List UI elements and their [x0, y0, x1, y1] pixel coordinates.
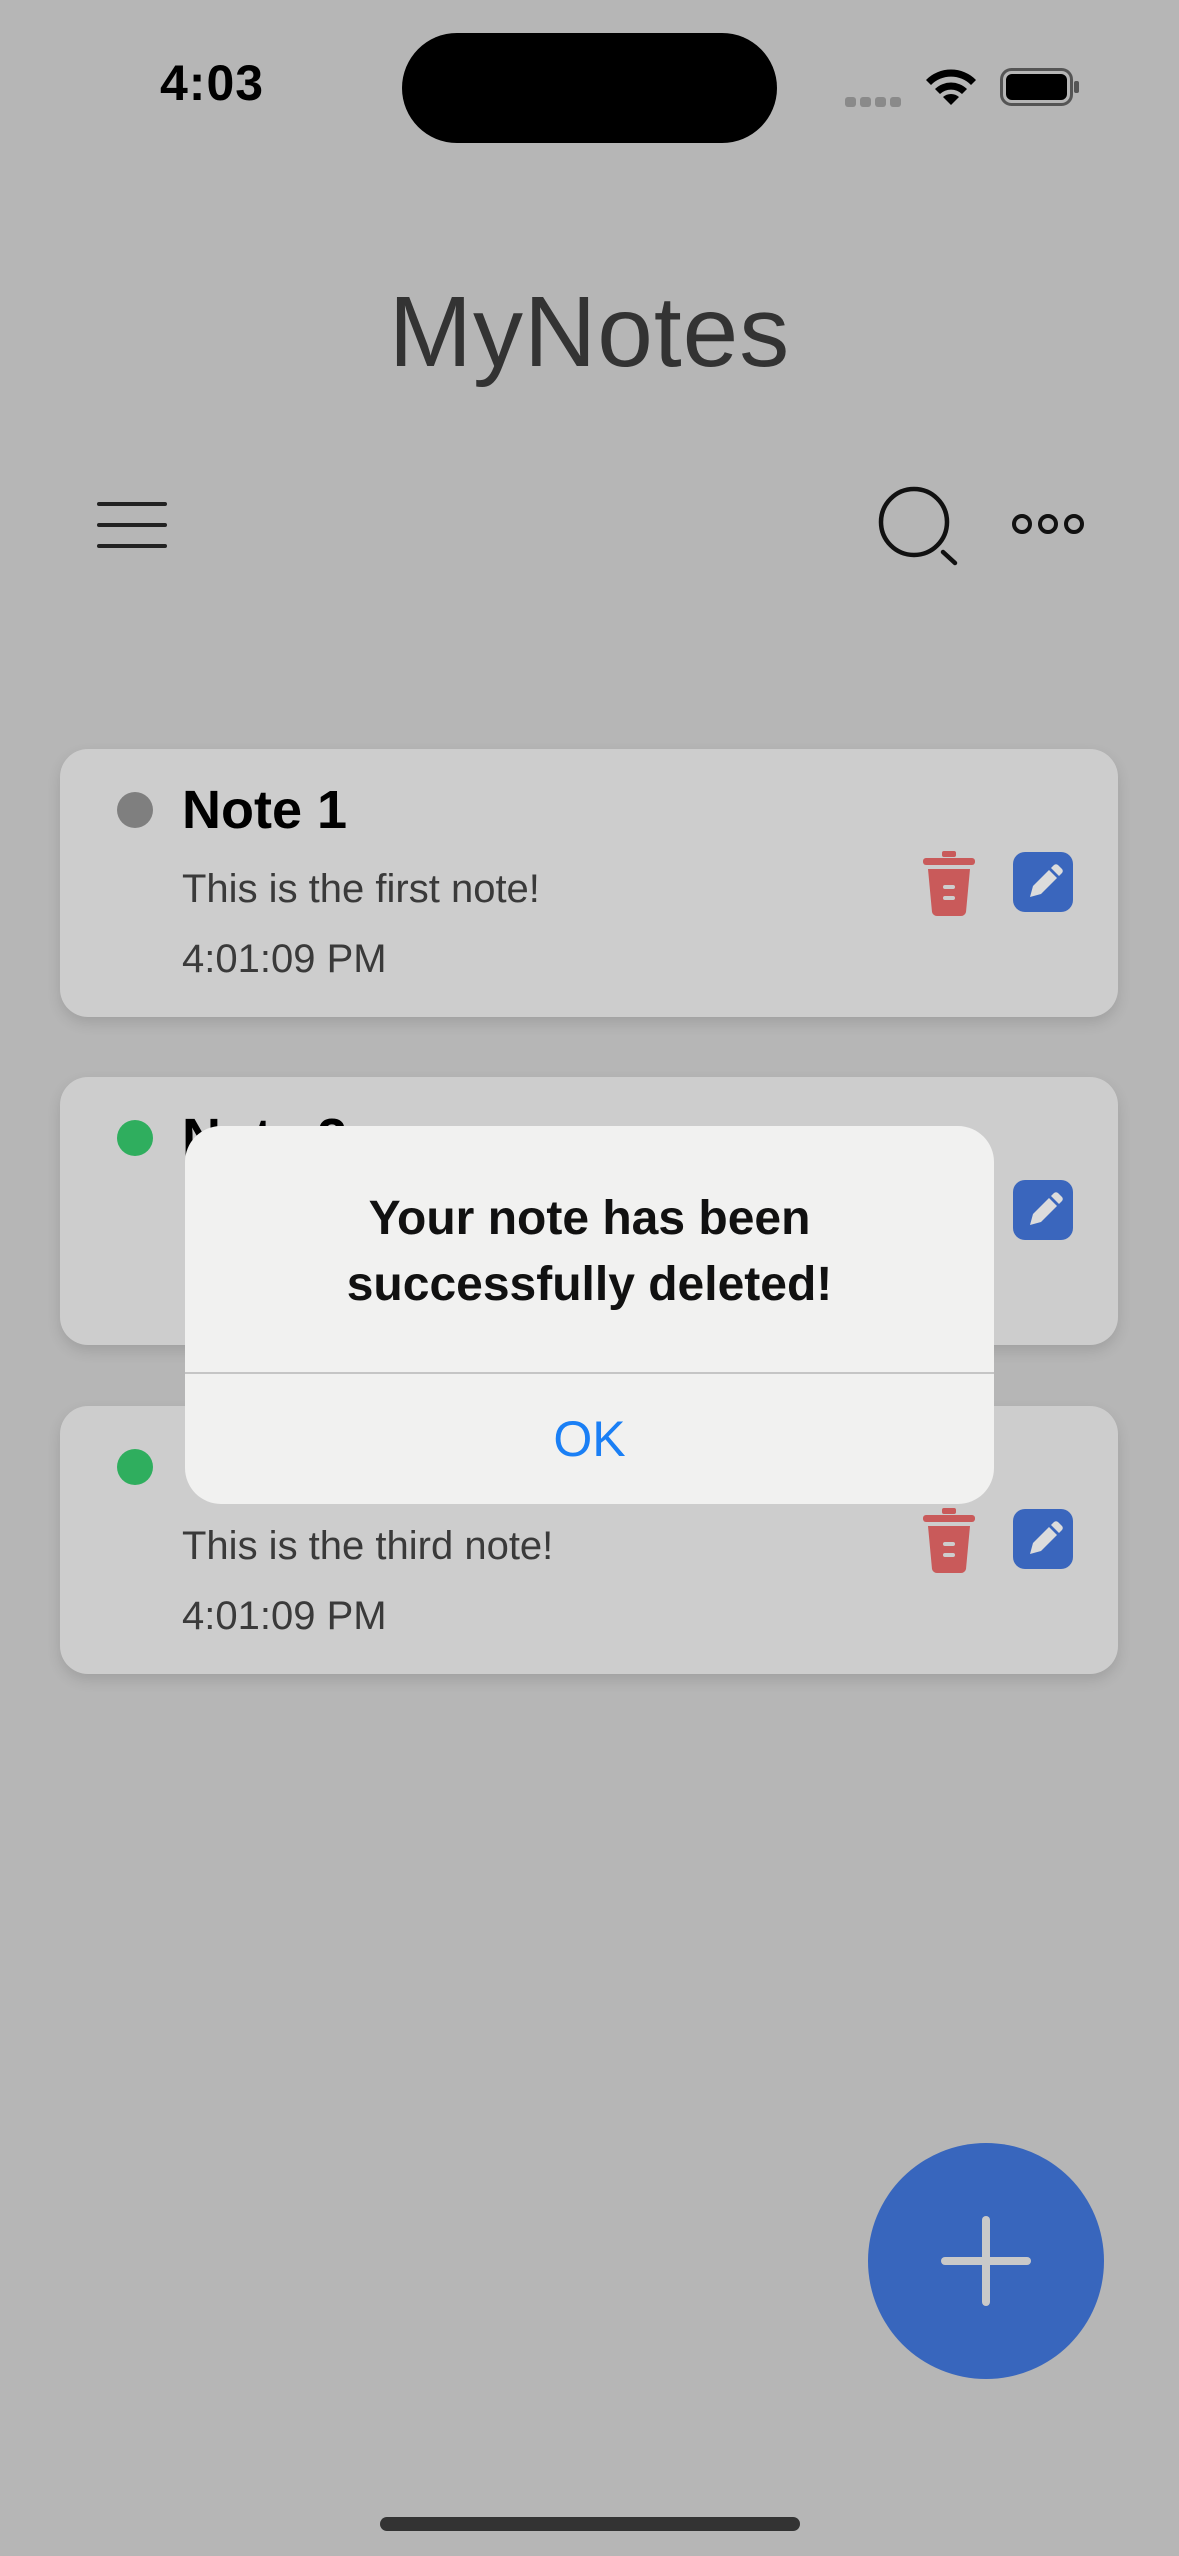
more-icon[interactable]: [1012, 508, 1084, 540]
battery-icon: [1000, 68, 1079, 106]
ok-button[interactable]: OK: [185, 1374, 994, 1504]
edit-button[interactable]: [1013, 1180, 1073, 1240]
wifi-icon: [926, 69, 976, 105]
edit-button[interactable]: [1013, 852, 1073, 912]
note-time: 4:01:09 PM: [182, 937, 387, 981]
status-dot: [117, 792, 153, 828]
alert-message-line: Your note has been: [368, 1192, 811, 1245]
note-card[interactable]: Note 1 This is the first note! 4:01:09 P…: [60, 749, 1118, 1017]
dynamic-island: [402, 33, 777, 143]
edit-button[interactable]: [1013, 1509, 1073, 1569]
cellular-signal-icon: [845, 94, 905, 107]
alert-dialog: Your note has been successfully deleted!…: [185, 1126, 994, 1504]
note-title: Note 1: [182, 780, 348, 840]
note-time: 4:01:09 PM: [182, 1594, 387, 1638]
note-body: This is the third note!: [182, 1524, 554, 1568]
edit-icon: [1030, 864, 1063, 897]
search-icon[interactable]: [877, 486, 961, 566]
alert-message-line: successfully deleted!: [346, 1258, 833, 1311]
alert-message: Your note has been successfully deleted!: [225, 1186, 954, 1318]
status-dot: [117, 1120, 153, 1156]
menu-icon[interactable]: [97, 502, 167, 548]
status-dot: [117, 1449, 153, 1485]
status-time: 4:03: [160, 55, 265, 111]
add-note-button[interactable]: [868, 2143, 1104, 2379]
page-title: MyNotes: [388, 276, 791, 388]
note-body: This is the first note!: [182, 867, 540, 911]
trash-icon[interactable]: [921, 849, 977, 917]
plus-icon: [941, 2216, 1031, 2306]
trash-icon[interactable]: [921, 1506, 977, 1574]
edit-icon: [1030, 1521, 1063, 1554]
home-indicator[interactable]: [380, 2517, 800, 2531]
edit-icon: [1030, 1192, 1063, 1225]
